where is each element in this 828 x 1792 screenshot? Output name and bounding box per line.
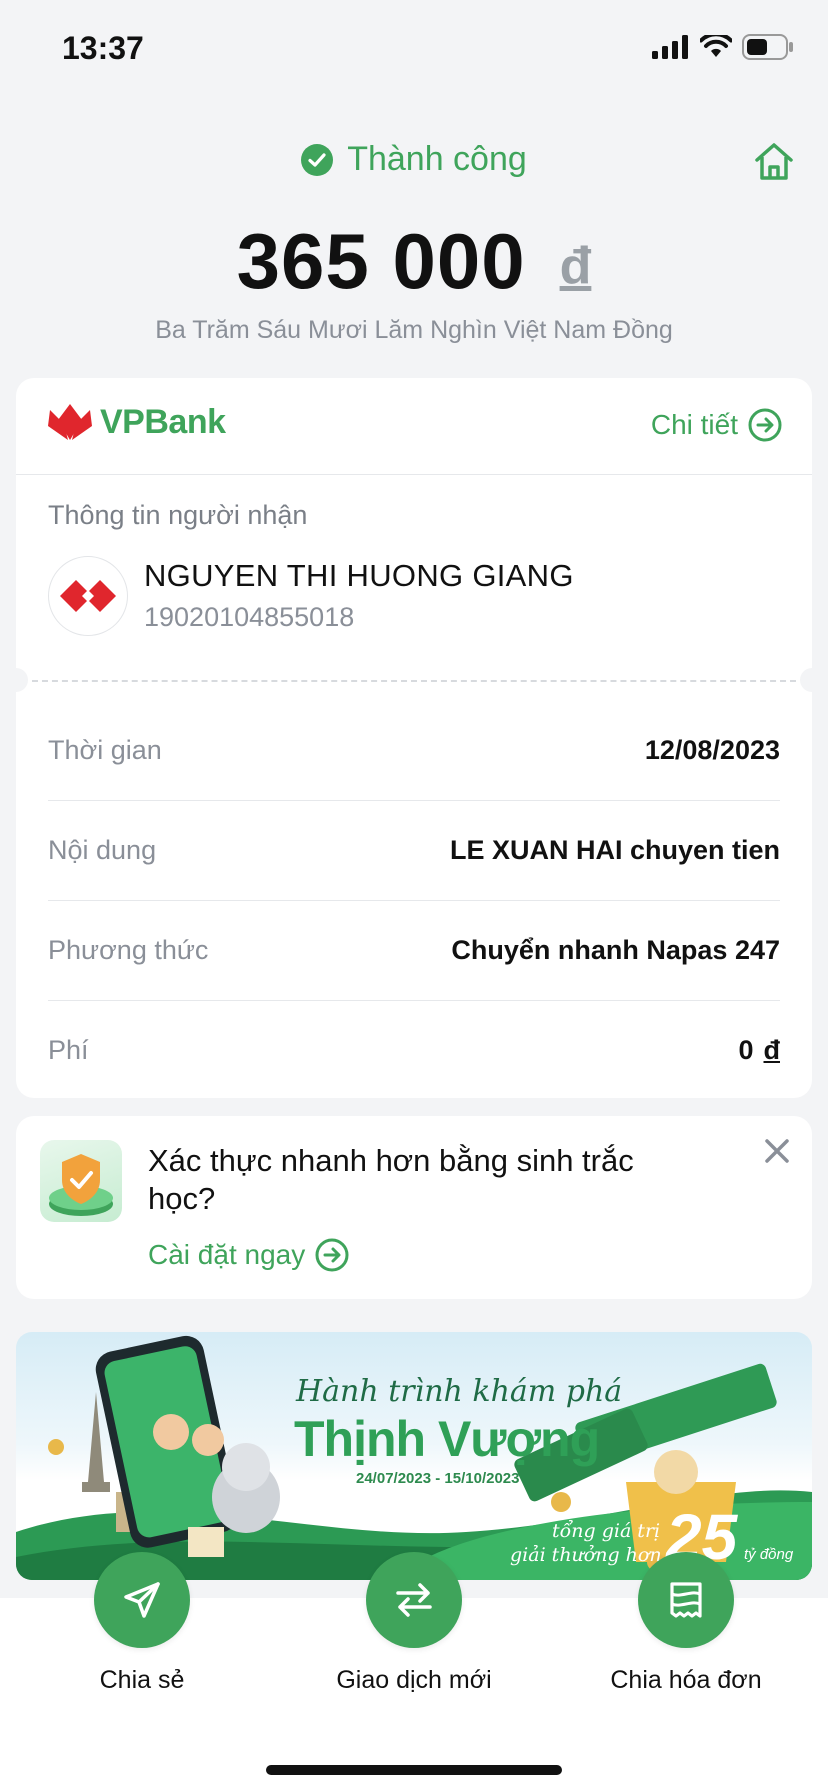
banner-footer-line1: tổng giá trị <box>552 1520 661 1542</box>
home-icon <box>755 143 793 180</box>
share-circle <box>94 1552 190 1648</box>
check-circle-icon <box>301 143 334 176</box>
home-indicator <box>266 1765 562 1775</box>
biometric-shield-icon <box>40 1140 122 1222</box>
amount-currency: đ <box>559 237 592 295</box>
ticket-notch-right <box>800 668 824 692</box>
vpbank-flower-icon <box>48 404 92 440</box>
bottom-action-bar: Chia sẻ Giao dịch mới Chia hóa đơn <box>0 1552 828 1792</box>
ticket-notch-left <box>4 668 28 692</box>
row-label: Nội dung <box>48 834 157 865</box>
setup-now-label: Cài đặt ngay <box>148 1239 306 1270</box>
amount-in-words: Ba Trăm Sáu Mươi Lăm Nghìn Việt Nam Đồng <box>155 316 673 344</box>
card-header: VPBank Chi tiết <box>16 378 812 475</box>
recipient-name: NGUYEN THI HUONG GIANG <box>144 558 574 593</box>
status-icons <box>652 34 794 60</box>
fee-value: 0đ <box>738 1035 780 1066</box>
row-fee: Phí 0đ <box>48 1000 780 1100</box>
new-transaction-circle <box>366 1552 462 1648</box>
share-button[interactable]: Chia sẻ <box>42 1552 242 1695</box>
share-label: Chia sẻ <box>99 1666 185 1694</box>
techcombank-logo-icon <box>60 580 116 612</box>
arrow-right-circle-icon <box>315 1238 349 1272</box>
row-label: Phương thức <box>48 934 209 965</box>
close-icon <box>765 1139 789 1163</box>
signal-icon <box>652 35 688 59</box>
battery-icon <box>742 34 793 60</box>
detail-label: Chi tiết <box>650 409 738 440</box>
banner-title-line2: Thịnh Vượng <box>294 1411 600 1467</box>
send-icon <box>124 1582 160 1618</box>
wifi-icon <box>700 35 732 57</box>
amount-value: 365 000 <box>236 217 526 305</box>
banner-title-line1: Hành trình khám phá <box>296 1374 623 1409</box>
vpbank-logo: VPBank <box>46 402 226 442</box>
bank-name: VPBank <box>100 402 226 441</box>
split-bill-button[interactable]: Chia hóa đơn <box>586 1552 786 1695</box>
setup-now-link[interactable]: Cài đặt ngay <box>148 1238 349 1272</box>
success-status: Thành công <box>0 140 828 179</box>
fee-currency: đ <box>763 1034 781 1065</box>
swap-icon <box>396 1583 432 1617</box>
home-button[interactable] <box>752 140 796 184</box>
recipient-account: 19020104855018 <box>144 602 355 632</box>
fee-amount: 0 <box>738 1034 754 1065</box>
banner-date-range: 24/07/2023 - 15/10/2023 <box>356 1470 520 1487</box>
biometric-prompt-card: Xác thực nhanh hơn bằng sinh trắc học? C… <box>16 1116 812 1299</box>
promo-banner[interactable]: Hành trình khám phá Thịnh Vượng 24/07/20… <box>16 1332 812 1580</box>
biometric-title: Xác thực nhanh hơn bằng sinh trắc học? <box>148 1143 634 1216</box>
recipient-bank-avatar <box>48 556 128 636</box>
split-bill-circle <box>638 1552 734 1648</box>
row-label: Phí <box>48 1034 89 1065</box>
recipient-label: Thông tin người nhận <box>48 500 308 530</box>
success-text: Thành công <box>347 140 527 178</box>
status-time: 13:37 <box>62 30 144 66</box>
row-value: LE XUAN HAI chuyen tien <box>449 834 780 865</box>
row-content: Nội dung LE XUAN HAI chuyen tien <box>48 800 780 900</box>
transaction-card: VPBank Chi tiết Thông tin người nhận NGU… <box>4 378 824 1100</box>
row-label: Thời gian <box>48 734 162 765</box>
split-bill-label: Chia hóa đơn <box>610 1666 762 1694</box>
detail-link[interactable]: Chi tiết <box>651 408 782 442</box>
ticket-divider <box>32 680 796 682</box>
new-transaction-label: Giao dịch mới <box>336 1666 492 1694</box>
row-method: Phương thức Chuyển nhanh Napas 247 <box>48 900 780 1000</box>
arrow-right-circle-icon <box>748 408 782 442</box>
amount-display: 365 000 đ <box>0 222 828 300</box>
receipt-icon <box>670 1582 702 1618</box>
row-time: Thời gian 12/08/2023 <box>48 700 780 800</box>
row-value: 12/08/2023 <box>644 734 780 765</box>
close-button[interactable] <box>762 1136 792 1166</box>
row-value: Chuyển nhanh Napas 247 <box>451 934 780 965</box>
new-transaction-button[interactable]: Giao dịch mới <box>314 1552 514 1695</box>
